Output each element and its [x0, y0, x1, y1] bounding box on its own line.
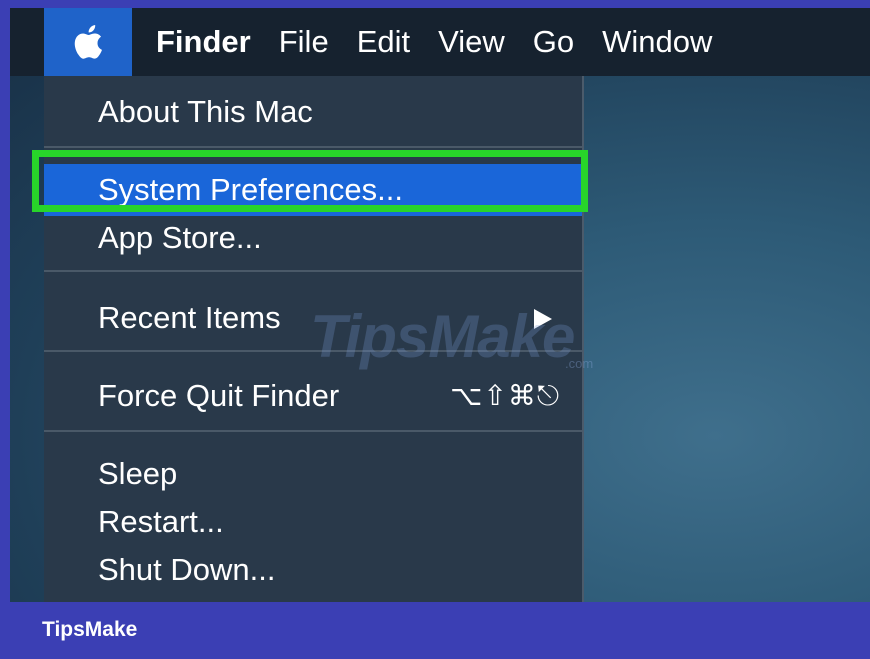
menu-item-app-store[interactable]: App Store... [44, 212, 582, 264]
menu-item-restart[interactable]: Restart... [44, 496, 582, 548]
menu-edit[interactable]: Edit [357, 24, 410, 60]
menu-view[interactable]: View [438, 24, 505, 60]
desktop-screen: Finder File Edit View Go Window About Th… [10, 8, 870, 602]
annotation-highlight-box [32, 150, 588, 212]
menu-go[interactable]: Go [533, 24, 574, 60]
menu-item-force-quit-label: Force Quit Finder [98, 378, 340, 413]
menu-item-sleep[interactable]: Sleep [44, 448, 582, 500]
apple-menu-button[interactable] [44, 8, 132, 76]
menu-separator [44, 430, 582, 432]
keyboard-shortcut: ⌥⇧⌘⎋ [450, 379, 560, 412]
menu-bar: Finder File Edit View Go Window [10, 8, 870, 76]
menu-window[interactable]: Window [602, 24, 712, 60]
menu-item-shut-down[interactable]: Shut Down... [44, 544, 582, 596]
menu-item-recent-items-label: Recent Items [98, 300, 281, 335]
menu-item-force-quit-finder[interactable]: Force Quit Finder ⌥⇧⌘⎋ [44, 370, 582, 422]
watermark-domain: .com [565, 356, 594, 371]
menu-separator [44, 146, 582, 148]
menu-item-about-this-mac[interactable]: About This Mac [44, 86, 582, 138]
apple-logo-icon [74, 25, 102, 59]
footer-brand: TipsMake [42, 618, 138, 641]
menu-file[interactable]: File [279, 24, 329, 60]
menu-finder[interactable]: Finder [156, 24, 251, 60]
menu-separator [44, 270, 582, 272]
watermark: TipsMake [310, 303, 575, 370]
